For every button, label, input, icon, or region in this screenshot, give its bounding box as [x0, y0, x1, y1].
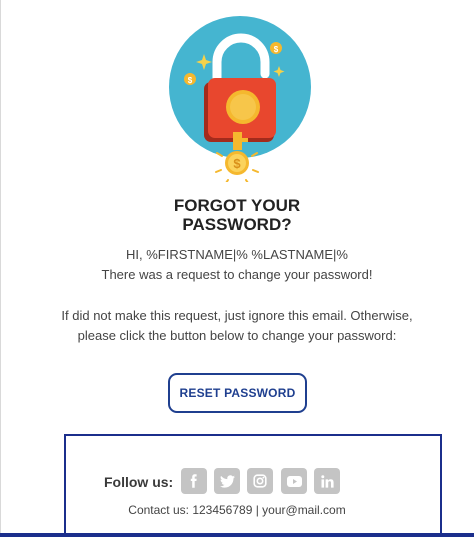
title-line-2: PASSWORD?: [182, 215, 292, 234]
instruction-text: If did not make this request, just ignor…: [0, 306, 474, 346]
greeting-text: HI, %FIRSTNAME|% %LASTNAME|%: [125, 247, 348, 262]
linkedin-icon[interactable]: [314, 468, 340, 494]
youtube-icon[interactable]: [281, 468, 307, 494]
unlocked-padlock-illustration: $ $ $: [169, 16, 311, 182]
email-page: $ $ $ FORGOT YOUR PASSWORD? HI, %FIRSTNA…: [0, 0, 474, 537]
svg-text:$: $: [233, 156, 241, 171]
svg-text:$: $: [274, 45, 279, 54]
svg-text:$: $: [188, 76, 193, 85]
instagram-icon[interactable]: [247, 468, 273, 494]
follow-us-label: Follow us:: [104, 474, 174, 490]
facebook-icon[interactable]: [181, 468, 207, 494]
page-title: FORGOT YOUR PASSWORD?: [0, 196, 474, 234]
twitter-icon[interactable]: [214, 468, 240, 494]
instruction-line-2: please click the button below to change …: [77, 328, 397, 343]
instruction-line-1: If did not make this request, just ignor…: [61, 308, 413, 323]
title-line-1: FORGOT YOUR: [173, 196, 301, 215]
request-text: There was a request to change your passw…: [101, 267, 373, 282]
reset-password-button[interactable]: RESET PASSWORD: [168, 373, 307, 413]
bottom-divider: [0, 533, 474, 537]
contact-text: Contact us: 123456789 | your@mail.com: [128, 503, 346, 517]
